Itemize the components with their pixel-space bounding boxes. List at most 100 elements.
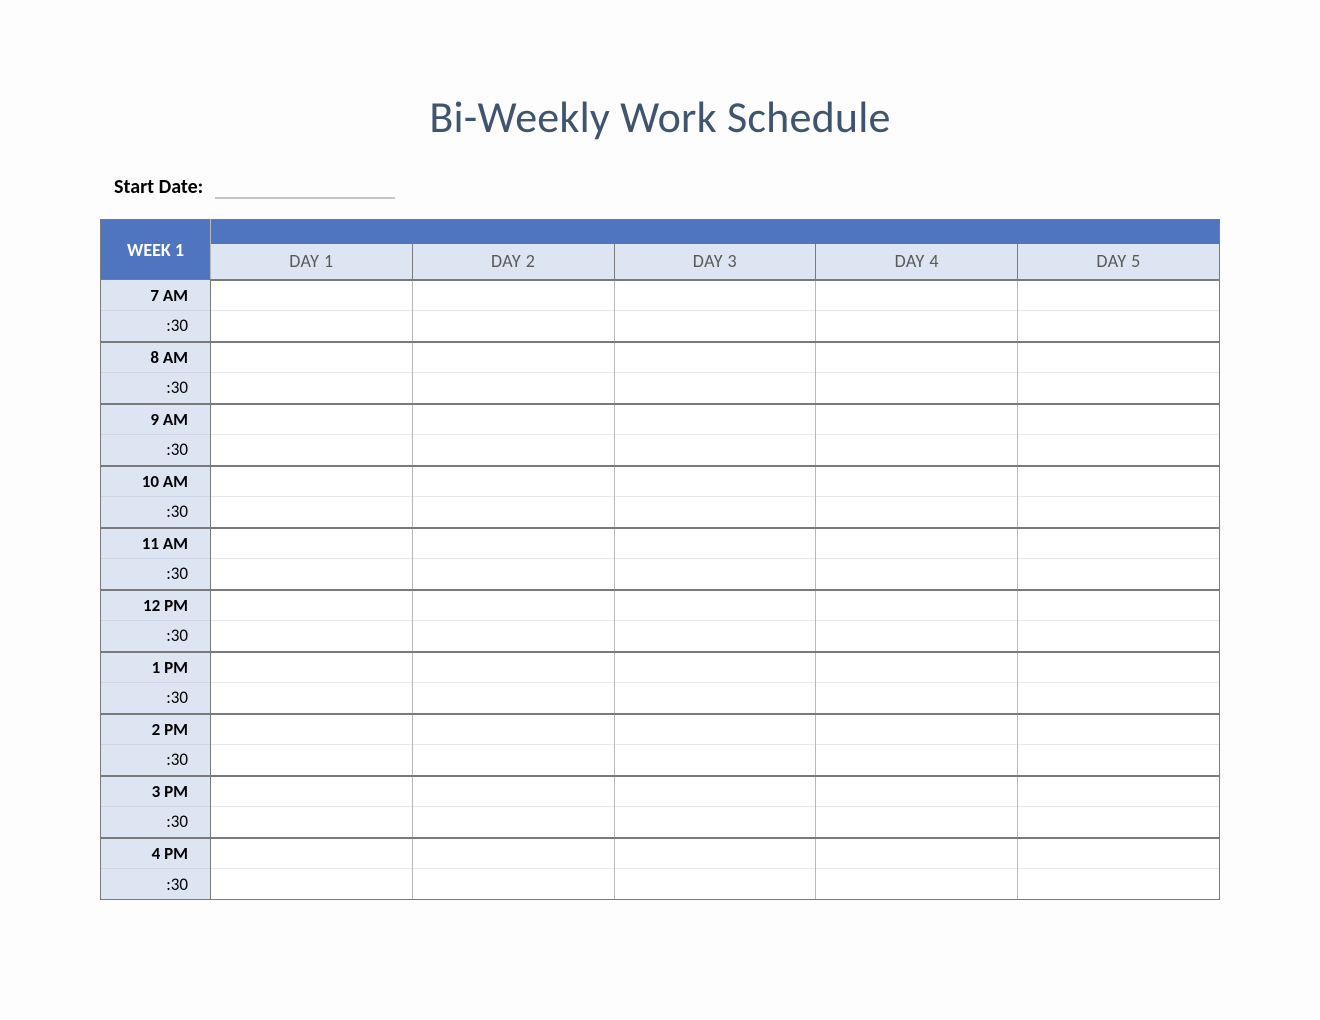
schedule-cell[interactable]	[614, 342, 816, 373]
schedule-cell[interactable]	[1018, 714, 1220, 745]
schedule-cell[interactable]	[211, 373, 413, 404]
schedule-cell[interactable]	[1018, 652, 1220, 683]
schedule-cell[interactable]	[1018, 745, 1220, 776]
schedule-cell[interactable]	[412, 776, 614, 807]
schedule-cell[interactable]	[816, 311, 1018, 342]
start-date-input[interactable]	[215, 174, 395, 199]
schedule-cell[interactable]	[211, 311, 413, 342]
schedule-cell[interactable]	[412, 559, 614, 590]
schedule-cell[interactable]	[1018, 869, 1220, 900]
schedule-cell[interactable]	[816, 869, 1018, 900]
schedule-cell[interactable]	[1018, 807, 1220, 838]
schedule-cell[interactable]	[1018, 621, 1220, 652]
schedule-cell[interactable]	[614, 590, 816, 621]
schedule-cell[interactable]	[614, 621, 816, 652]
schedule-cell[interactable]	[211, 590, 413, 621]
schedule-cell[interactable]	[614, 497, 816, 528]
schedule-cell[interactable]	[816, 745, 1018, 776]
schedule-cell[interactable]	[412, 838, 614, 869]
schedule-cell[interactable]	[816, 280, 1018, 311]
schedule-cell[interactable]	[412, 373, 614, 404]
schedule-cell[interactable]	[816, 714, 1018, 745]
schedule-cell[interactable]	[211, 683, 413, 714]
schedule-cell[interactable]	[211, 869, 413, 900]
schedule-cell[interactable]	[614, 559, 816, 590]
schedule-cell[interactable]	[412, 311, 614, 342]
schedule-cell[interactable]	[211, 466, 413, 497]
schedule-cell[interactable]	[816, 342, 1018, 373]
schedule-cell[interactable]	[614, 838, 816, 869]
schedule-cell[interactable]	[614, 311, 816, 342]
schedule-cell[interactable]	[412, 528, 614, 559]
schedule-cell[interactable]	[614, 683, 816, 714]
schedule-cell[interactable]	[816, 590, 1018, 621]
schedule-cell[interactable]	[412, 590, 614, 621]
schedule-cell[interactable]	[211, 652, 413, 683]
schedule-cell[interactable]	[1018, 683, 1220, 714]
schedule-cell[interactable]	[412, 683, 614, 714]
schedule-cell[interactable]	[614, 373, 816, 404]
schedule-cell[interactable]	[211, 528, 413, 559]
schedule-cell[interactable]	[412, 280, 614, 311]
schedule-cell[interactable]	[1018, 373, 1220, 404]
schedule-cell[interactable]	[412, 869, 614, 900]
schedule-cell[interactable]	[412, 807, 614, 838]
schedule-cell[interactable]	[211, 559, 413, 590]
schedule-cell[interactable]	[614, 435, 816, 466]
schedule-cell[interactable]	[816, 497, 1018, 528]
schedule-cell[interactable]	[1018, 342, 1220, 373]
schedule-cell[interactable]	[1018, 466, 1220, 497]
schedule-cell[interactable]	[1018, 590, 1220, 621]
schedule-cell[interactable]	[412, 466, 614, 497]
schedule-cell[interactable]	[816, 652, 1018, 683]
schedule-cell[interactable]	[816, 807, 1018, 838]
schedule-cell[interactable]	[1018, 280, 1220, 311]
schedule-cell[interactable]	[816, 776, 1018, 807]
schedule-cell[interactable]	[614, 807, 816, 838]
schedule-cell[interactable]	[816, 373, 1018, 404]
schedule-cell[interactable]	[816, 838, 1018, 869]
schedule-cell[interactable]	[614, 869, 816, 900]
schedule-cell[interactable]	[1018, 776, 1220, 807]
schedule-cell[interactable]	[816, 404, 1018, 435]
schedule-cell[interactable]	[211, 621, 413, 652]
schedule-cell[interactable]	[211, 404, 413, 435]
schedule-cell[interactable]	[614, 466, 816, 497]
schedule-cell[interactable]	[614, 280, 816, 311]
schedule-cell[interactable]	[816, 683, 1018, 714]
schedule-cell[interactable]	[211, 838, 413, 869]
schedule-cell[interactable]	[211, 776, 413, 807]
schedule-cell[interactable]	[412, 435, 614, 466]
schedule-cell[interactable]	[1018, 497, 1220, 528]
schedule-cell[interactable]	[614, 714, 816, 745]
schedule-cell[interactable]	[1018, 311, 1220, 342]
schedule-cell[interactable]	[614, 745, 816, 776]
schedule-cell[interactable]	[614, 776, 816, 807]
schedule-cell[interactable]	[211, 435, 413, 466]
schedule-cell[interactable]	[211, 497, 413, 528]
schedule-cell[interactable]	[211, 342, 413, 373]
schedule-cell[interactable]	[816, 528, 1018, 559]
schedule-cell[interactable]	[211, 745, 413, 776]
schedule-cell[interactable]	[412, 342, 614, 373]
schedule-cell[interactable]	[211, 280, 413, 311]
schedule-cell[interactable]	[614, 652, 816, 683]
schedule-cell[interactable]	[1018, 838, 1220, 869]
schedule-cell[interactable]	[1018, 435, 1220, 466]
schedule-cell[interactable]	[211, 807, 413, 838]
schedule-cell[interactable]	[211, 714, 413, 745]
schedule-cell[interactable]	[412, 621, 614, 652]
schedule-cell[interactable]	[816, 621, 1018, 652]
schedule-cell[interactable]	[1018, 528, 1220, 559]
schedule-cell[interactable]	[816, 435, 1018, 466]
schedule-cell[interactable]	[412, 745, 614, 776]
schedule-cell[interactable]	[412, 652, 614, 683]
schedule-cell[interactable]	[816, 559, 1018, 590]
schedule-cell[interactable]	[816, 466, 1018, 497]
schedule-cell[interactable]	[1018, 404, 1220, 435]
schedule-cell[interactable]	[412, 497, 614, 528]
schedule-cell[interactable]	[412, 404, 614, 435]
schedule-cell[interactable]	[614, 404, 816, 435]
schedule-cell[interactable]	[614, 528, 816, 559]
schedule-cell[interactable]	[1018, 559, 1220, 590]
